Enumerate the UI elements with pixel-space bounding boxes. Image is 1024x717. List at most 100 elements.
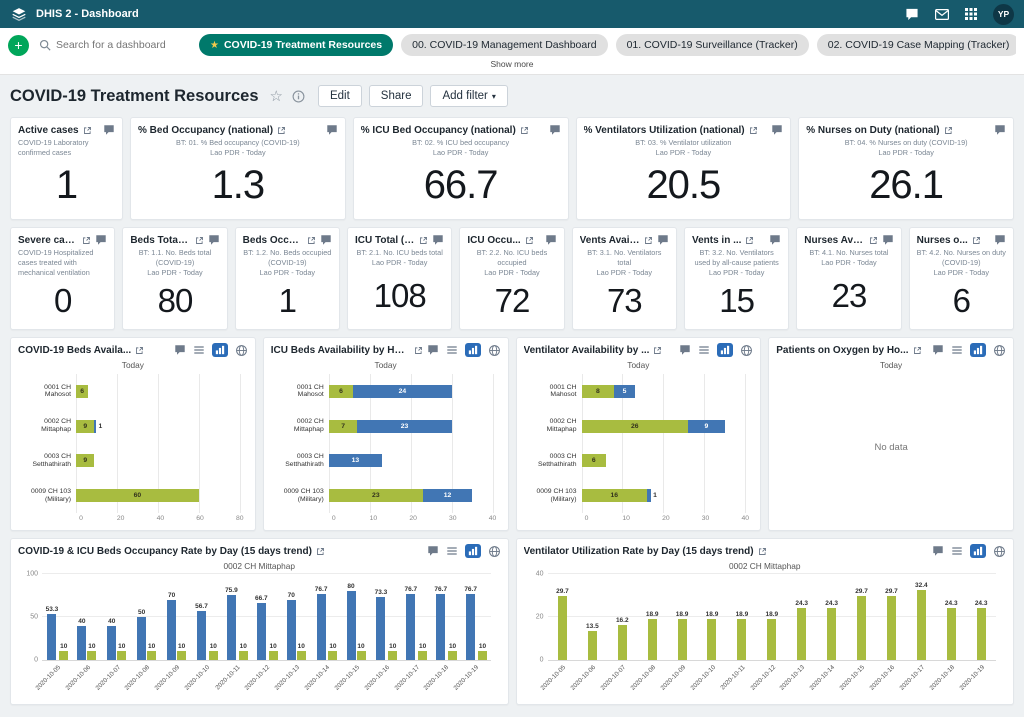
open-in-app-icon[interactable] — [195, 236, 204, 245]
info-icon[interactable] — [292, 90, 305, 103]
open-in-app-icon[interactable] — [135, 346, 144, 355]
view-as-table-icon[interactable] — [951, 545, 963, 557]
bar[interactable] — [239, 651, 248, 660]
view-as-table-icon[interactable] — [698, 344, 710, 356]
dashboard-chip[interactable]: ★COVID-19 Treatment Resources — [199, 34, 393, 56]
bar[interactable] — [466, 594, 475, 660]
comments-icon[interactable] — [932, 545, 944, 557]
bar[interactable] — [347, 591, 356, 660]
bar[interactable] — [678, 619, 687, 660]
bar[interactable] — [588, 631, 597, 660]
open-in-app-icon[interactable] — [644, 236, 653, 245]
view-as-map-icon[interactable] — [993, 545, 1006, 558]
open-in-app-icon[interactable] — [745, 236, 754, 245]
comments-icon[interactable] — [549, 124, 561, 136]
bar[interactable] — [317, 594, 326, 660]
bar[interactable] — [857, 596, 866, 660]
bar[interactable] — [737, 619, 746, 660]
view-as-table-icon[interactable] — [951, 344, 963, 356]
dashboard-chip[interactable]: 00. COVID-19 Management Dashboard — [401, 34, 607, 56]
bar[interactable] — [418, 651, 427, 660]
comments-icon[interactable] — [174, 344, 186, 356]
new-dashboard-button[interactable]: + — [8, 35, 29, 56]
bar[interactable] — [287, 600, 296, 660]
open-in-app-icon[interactable] — [520, 126, 529, 135]
bar[interactable] — [388, 651, 397, 660]
edit-button[interactable]: Edit — [318, 85, 362, 107]
open-in-app-icon[interactable] — [749, 126, 758, 135]
comments-icon[interactable] — [882, 234, 894, 246]
view-as-chart-icon[interactable] — [212, 343, 228, 357]
bar[interactable] — [887, 596, 896, 660]
open-in-app-icon[interactable] — [316, 547, 325, 556]
bar[interactable] — [436, 594, 445, 660]
bar-segment[interactable]: 8 — [582, 385, 615, 398]
open-in-app-icon[interactable] — [525, 236, 534, 245]
bar[interactable] — [117, 651, 126, 660]
view-as-table-icon[interactable] — [446, 344, 458, 356]
bar-segment[interactable]: 12 — [423, 489, 472, 502]
open-in-app-icon[interactable] — [972, 236, 981, 245]
comments-icon[interactable] — [427, 545, 439, 557]
bar[interactable] — [478, 651, 487, 660]
bar-segment[interactable]: 23 — [357, 420, 451, 433]
bar[interactable] — [328, 651, 337, 660]
open-in-app-icon[interactable] — [307, 236, 316, 245]
view-as-chart-icon[interactable] — [970, 343, 986, 357]
bar[interactable] — [648, 619, 657, 660]
bar[interactable] — [107, 626, 116, 660]
bar-segment[interactable]: 7 — [329, 420, 358, 433]
bar[interactable] — [227, 595, 236, 660]
comments-icon[interactable] — [545, 234, 557, 246]
show-more-button[interactable]: Show more — [0, 58, 1024, 75]
bar-segment[interactable]: 6 — [76, 385, 88, 398]
bar[interactable] — [147, 651, 156, 660]
bar[interactable] — [269, 651, 278, 660]
bar[interactable] — [59, 651, 68, 660]
bar[interactable] — [177, 651, 186, 660]
comments-icon[interactable] — [769, 234, 781, 246]
bar[interactable] — [797, 608, 806, 660]
bar[interactable] — [618, 625, 627, 660]
open-in-app-icon[interactable] — [913, 346, 922, 355]
view-as-chart-icon[interactable] — [465, 343, 481, 357]
bar-segment[interactable]: 6 — [329, 385, 354, 398]
view-as-table-icon[interactable] — [446, 545, 458, 557]
bar-segment[interactable]: 9 — [76, 420, 94, 433]
bar[interactable] — [257, 603, 266, 660]
comments-icon[interactable] — [103, 124, 115, 136]
share-button[interactable]: Share — [369, 85, 424, 107]
view-as-map-icon[interactable] — [740, 344, 753, 357]
open-in-app-icon[interactable] — [869, 236, 878, 245]
bar[interactable] — [77, 626, 86, 660]
bar[interactable] — [376, 597, 385, 660]
mail-icon[interactable] — [935, 9, 949, 20]
open-in-app-icon[interactable] — [653, 346, 662, 355]
view-as-map-icon[interactable] — [993, 344, 1006, 357]
open-in-app-icon[interactable] — [944, 126, 953, 135]
bar-segment[interactable]: 5 — [614, 385, 634, 398]
comments-icon[interactable] — [326, 124, 338, 136]
dashboard-search[interactable] — [39, 39, 189, 51]
comments-icon[interactable] — [95, 234, 107, 246]
bar[interactable] — [167, 600, 176, 660]
view-as-chart-icon[interactable] — [465, 544, 481, 558]
bar[interactable] — [137, 617, 146, 660]
bar[interactable] — [947, 608, 956, 660]
bar-segment[interactable]: 26 — [582, 420, 688, 433]
view-as-chart-icon[interactable] — [970, 544, 986, 558]
bar[interactable] — [47, 614, 56, 660]
open-in-app-icon[interactable] — [414, 346, 423, 355]
bar-segment[interactable]: 24 — [353, 385, 451, 398]
dhis2-logo-icon[interactable] — [10, 7, 28, 21]
bar-segment[interactable]: 60 — [76, 489, 199, 502]
bar[interactable] — [406, 594, 415, 660]
bar[interactable] — [917, 590, 926, 660]
add-filter-button[interactable]: Add filter▾ — [430, 85, 507, 107]
dashboard-chip[interactable]: 02. COVID-19 Case Mapping (Tracker) — [817, 34, 1016, 56]
view-as-map-icon[interactable] — [488, 545, 501, 558]
view-as-map-icon[interactable] — [488, 344, 501, 357]
comments-icon[interactable] — [657, 234, 669, 246]
bar-segment[interactable]: 9 — [76, 454, 94, 467]
comments-icon[interactable] — [771, 124, 783, 136]
